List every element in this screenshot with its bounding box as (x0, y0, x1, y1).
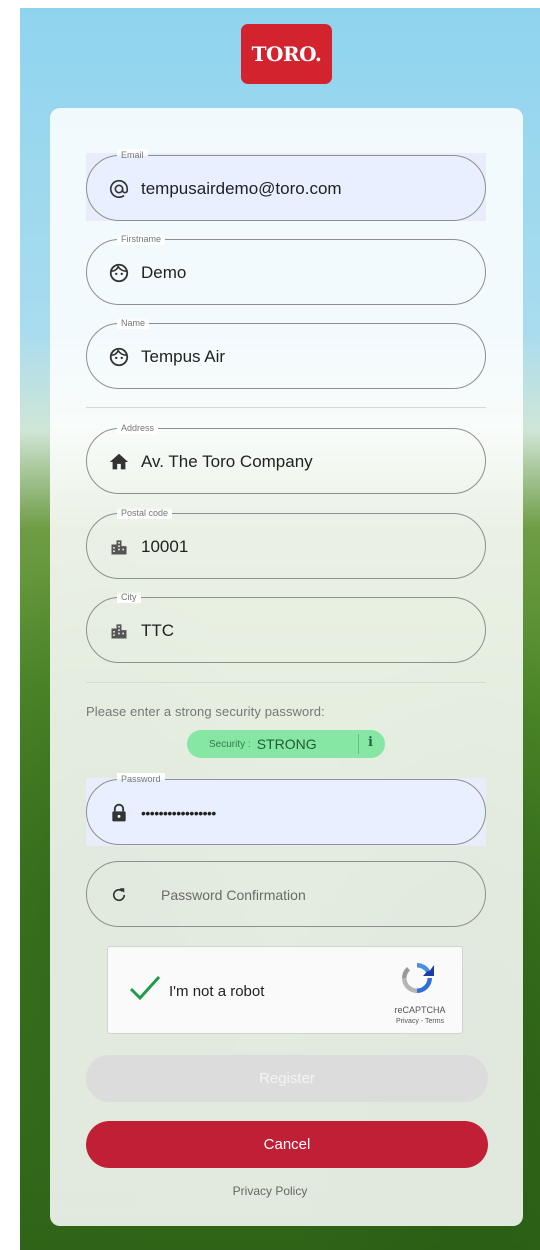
face-icon (107, 345, 131, 369)
password-confirmation-field[interactable]: Password Confirmation (86, 861, 486, 927)
register-button[interactable]: Register (86, 1055, 488, 1102)
address-value: Av. The Toro Company (141, 452, 313, 471)
lock-icon (107, 801, 131, 825)
address-label: Address (117, 422, 159, 434)
recaptcha-logo-icon (398, 959, 436, 1002)
firstname-label: Firstname (117, 233, 166, 245)
city-label: City (117, 591, 141, 603)
cancel-button[interactable]: Cancel (86, 1121, 488, 1168)
email-field[interactable]: Email tempusairdemo@toro.com (86, 149, 486, 221)
toro-logo: TORO. (241, 24, 332, 84)
at-icon (107, 177, 131, 201)
recaptcha-widget[interactable]: I'm not a robot reCAPTCHA Privacy - Term… (107, 946, 463, 1034)
face-icon (107, 261, 131, 285)
password-label: Password (117, 773, 165, 785)
firstname-value: Demo (141, 263, 187, 282)
recaptcha-brand: reCAPTCHA (394, 1005, 446, 1015)
refresh-icon (107, 883, 131, 907)
password-confirmation-placeholder: Password Confirmation (161, 887, 306, 903)
strength-separator (358, 734, 359, 754)
section-divider (86, 682, 486, 683)
firstname-field[interactable]: Firstname Demo (86, 233, 486, 305)
password-field[interactable]: Password ••••••••••••••••• (86, 773, 486, 845)
strength-value: STRONG (256, 736, 317, 752)
postal-code-label: Postal code (117, 507, 173, 519)
home-icon (107, 450, 131, 474)
password-strength-badge[interactable]: Security : STRONG i (187, 730, 385, 758)
name-label: Name (117, 317, 150, 329)
logo-text: TORO. (251, 42, 322, 66)
recaptcha-links[interactable]: Privacy - Terms (384, 1018, 456, 1025)
captcha-label: I'm not a robot (169, 983, 265, 1000)
email-value: tempusairdemo@toro.com (141, 179, 342, 198)
password-hint: Please enter a strong security password: (86, 704, 325, 719)
checkmark-icon[interactable] (128, 973, 162, 1008)
section-divider (86, 407, 486, 408)
building-icon (107, 619, 131, 643)
city-field[interactable]: City TTC (86, 591, 486, 663)
email-label: Email (117, 149, 148, 161)
building-icon (107, 535, 131, 559)
info-icon[interactable]: i (368, 735, 373, 750)
postal-code-value: 10001 (141, 537, 189, 556)
address-field[interactable]: Address Av. The Toro Company (86, 422, 486, 494)
password-value: ••••••••••••••••• (141, 805, 216, 821)
city-value: TTC (141, 621, 175, 640)
name-value: Tempus Air (141, 347, 226, 366)
strength-label: Security : (209, 738, 251, 750)
name-field[interactable]: Name Tempus Air (86, 317, 486, 389)
postal-code-field[interactable]: Postal code 10001 (86, 507, 486, 579)
privacy-policy-link[interactable]: Privacy Policy (0, 1184, 540, 1198)
